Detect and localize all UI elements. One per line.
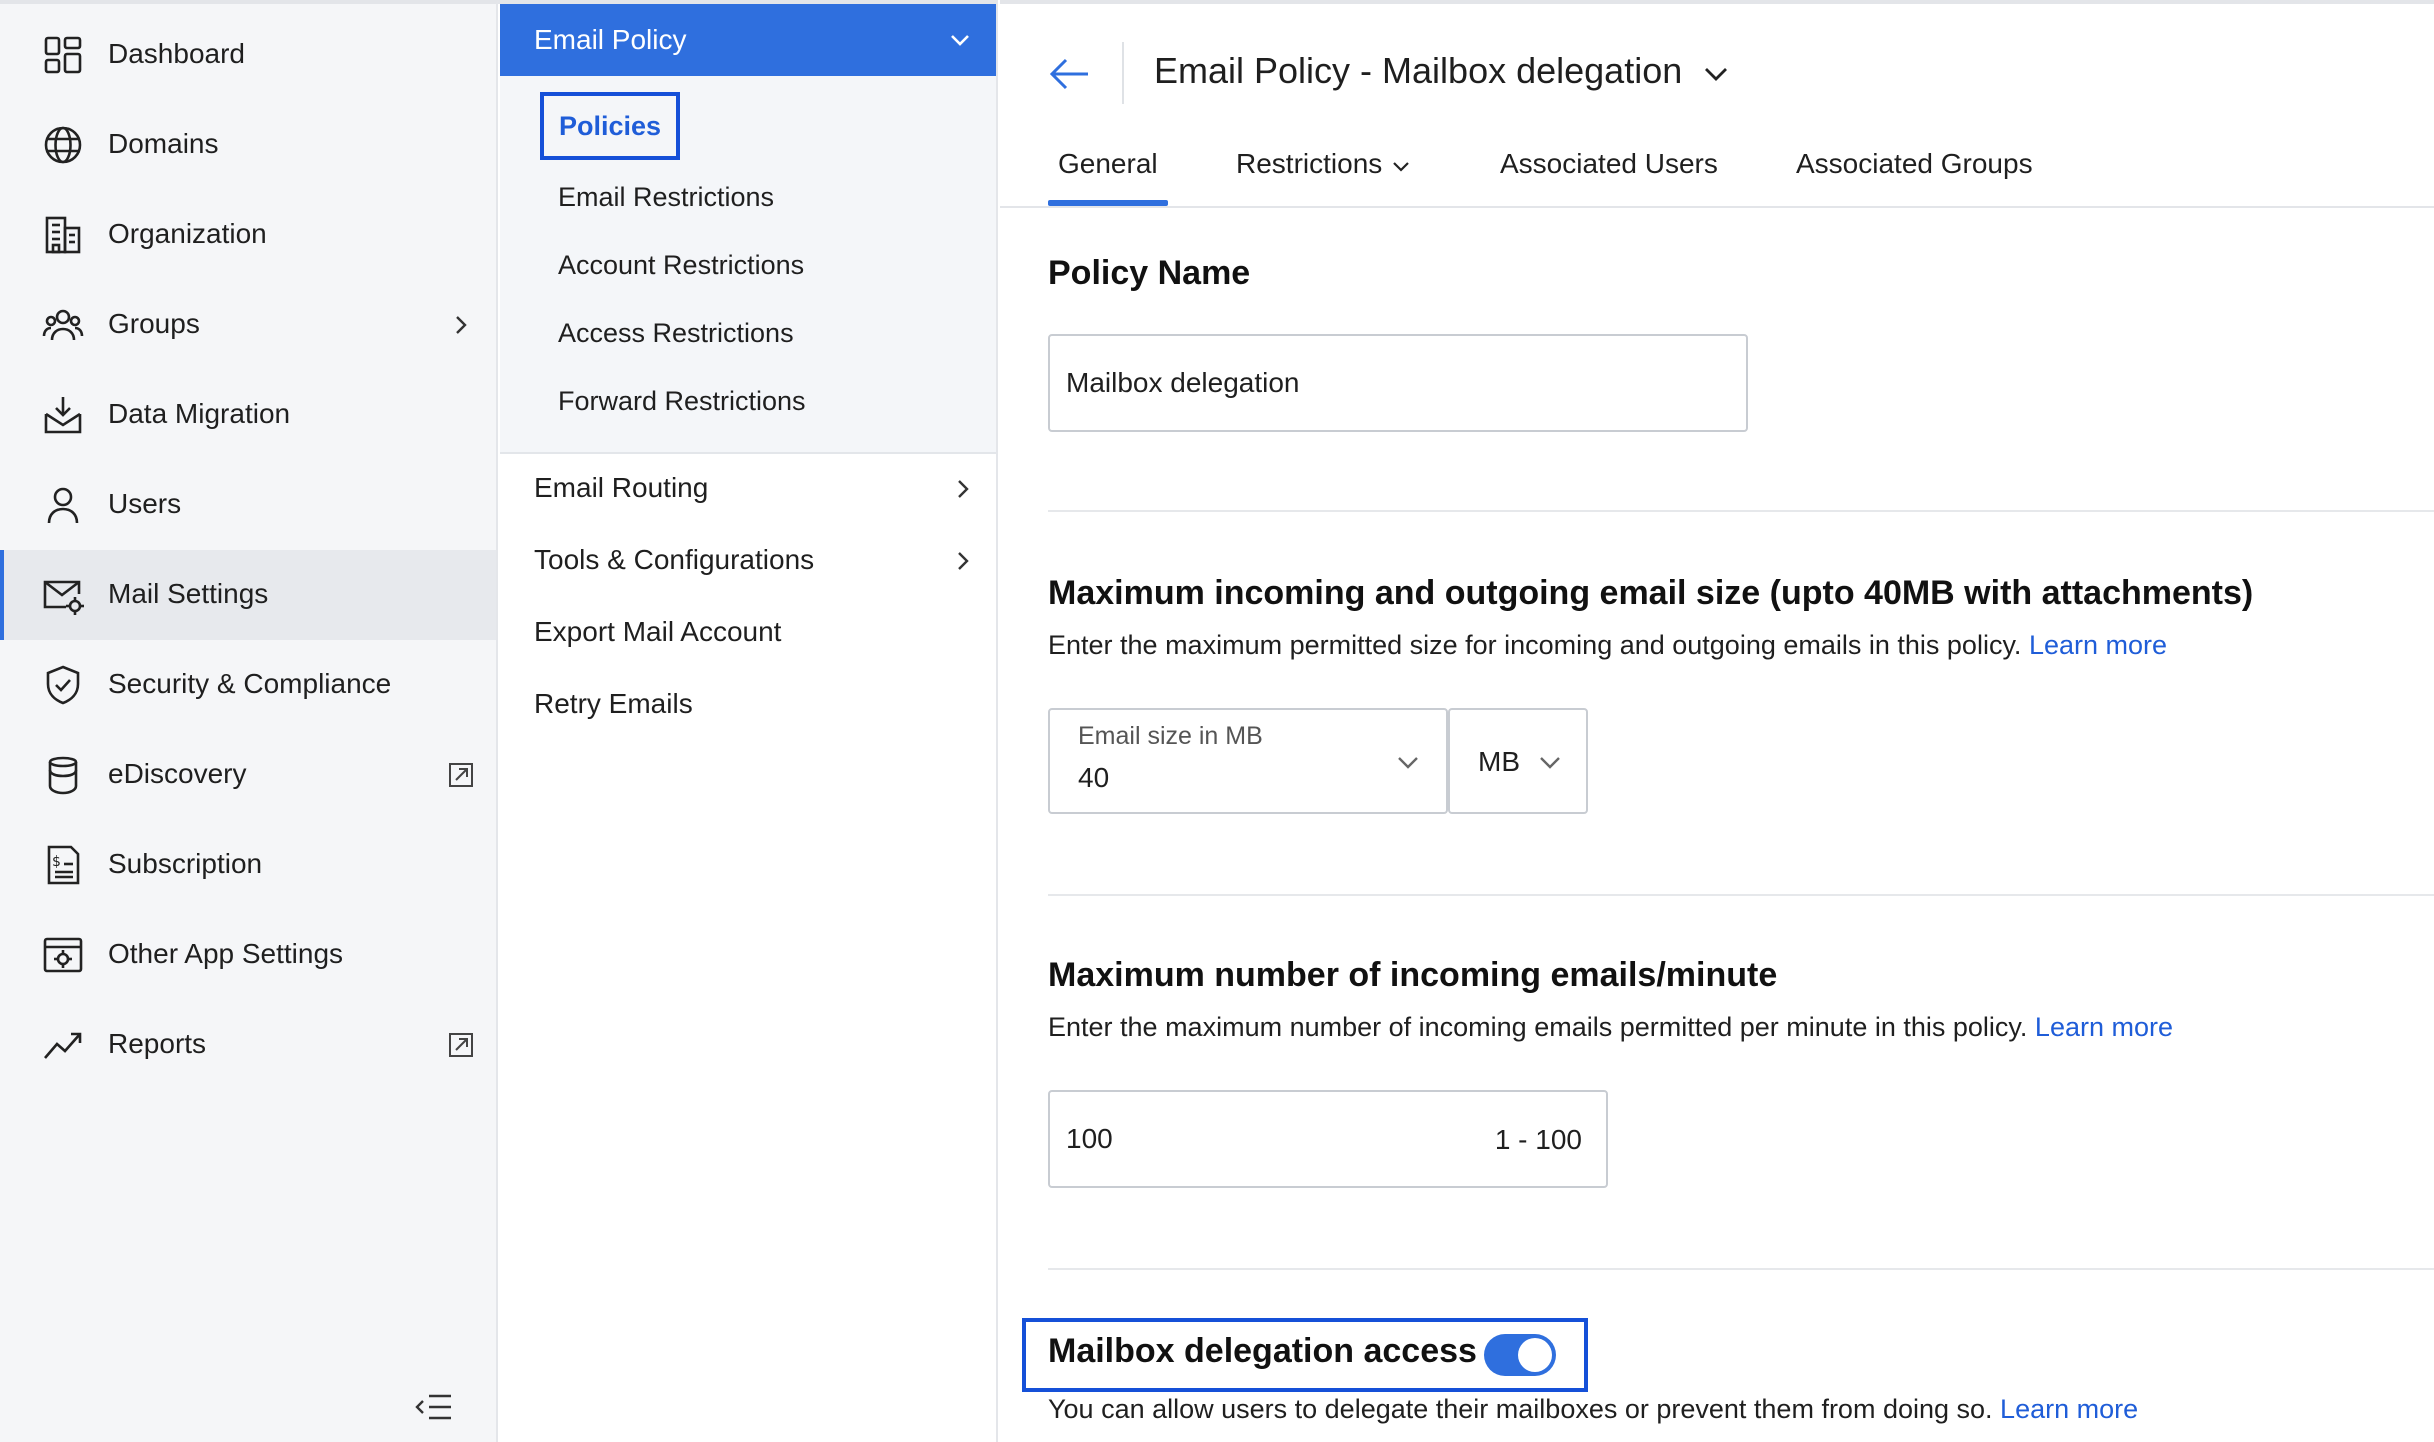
incoming-rate-title: Maximum number of incoming emails/minute: [1048, 956, 1778, 994]
description-text: Enter the maximum number of incoming ema…: [1048, 1012, 2028, 1042]
sidebar-item-label: Organization: [108, 218, 267, 249]
range-hint: 1 - 100: [1494, 1124, 1582, 1155]
main-content: Email Policy - Mailbox delegation Genera…: [1000, 0, 2434, 1442]
email-size-title: Maximum incoming and outgoing email size…: [1048, 574, 2254, 612]
sidebar-item-label: Other App Settings: [108, 938, 344, 969]
tab-associated-groups[interactable]: Associated Groups: [1796, 148, 2033, 180]
field-label: Email size in MB: [1078, 722, 1263, 750]
learn-more-link[interactable]: Learn more: [2035, 1012, 2173, 1042]
chevron-down-icon[interactable]: [1700, 58, 1732, 90]
svg-text:$: $: [52, 854, 61, 870]
section-divider: [1048, 1268, 2434, 1270]
sidebar-item-organization[interactable]: Organization: [0, 190, 496, 280]
back-arrow-icon[interactable]: [1048, 54, 1092, 94]
input-value: 100: [1066, 1123, 1113, 1154]
sidebar-item-domains[interactable]: Domains: [0, 100, 496, 190]
sidebar-item-other-app-settings[interactable]: Other App Settings: [0, 910, 496, 1000]
section-divider: [1048, 894, 2434, 896]
submenu-item-access-restrictions[interactable]: Access Restrictions: [558, 318, 794, 349]
globe-icon: [42, 124, 84, 166]
sidebar-item-label: Subscription: [108, 848, 263, 879]
page-title: Email Policy - Mailbox delegation: [1154, 50, 1683, 91]
users-group-icon: [42, 304, 84, 346]
sidebar-item-label: Mail Settings: [108, 578, 269, 609]
submenu-item-email-routing[interactable]: Email Routing: [534, 472, 708, 504]
chevron-right-icon: [446, 310, 476, 340]
email-size-select[interactable]: Email size in MB 40: [1048, 708, 1448, 814]
sidebar-item-ediscovery[interactable]: eDiscovery: [0, 730, 496, 820]
trend-icon: [42, 1024, 84, 1066]
sidebar-item-label: eDiscovery: [108, 758, 247, 789]
sidebar-item-mail-settings[interactable]: Mail Settings: [0, 550, 496, 640]
unit-select[interactable]: MB: [1448, 708, 1588, 814]
external-link-icon[interactable]: [446, 760, 476, 790]
delegation-description: You can allow users to delegate their ma…: [1048, 1394, 2138, 1425]
field-value: 40: [1078, 762, 1110, 793]
chevron-down-icon: [1390, 155, 1412, 177]
submenu-item-email-restrictions[interactable]: Email Restrictions: [558, 182, 774, 213]
policy-name-input[interactable]: Mailbox delegation: [1048, 334, 1748, 432]
submenu-header-label: Email Policy: [534, 24, 687, 55]
chevron-right-icon: [950, 476, 976, 502]
app-settings-icon: [42, 934, 84, 976]
primary-sidebar: Dashboard Domains Organization Groups Da…: [0, 0, 498, 1442]
external-link-icon[interactable]: [446, 1030, 476, 1060]
user-icon: [42, 484, 84, 526]
submenu-item-policies[interactable]: Policies: [540, 92, 680, 160]
sidebar-item-label: Users: [108, 488, 182, 519]
sidebar-item-label: Reports: [108, 1028, 207, 1059]
sidebar-item-label: Domains: [108, 128, 219, 159]
collapse-menu-icon[interactable]: [414, 1390, 454, 1424]
sidebar-item-subscription[interactable]: $ Subscription: [0, 820, 496, 910]
shield-check-icon: [42, 664, 84, 706]
tab-general[interactable]: General: [1048, 148, 1168, 206]
learn-more-link[interactable]: Learn more: [2029, 630, 2167, 660]
sidebar-item-label: Data Migration: [108, 398, 291, 429]
tab-associated-users[interactable]: Associated Users: [1500, 148, 1718, 180]
tab-restrictions[interactable]: Restrictions: [1236, 148, 1412, 180]
sidebar-item-groups[interactable]: Groups: [0, 280, 496, 370]
sidebar-item-security-compliance[interactable]: Security & Compliance: [0, 640, 496, 730]
section-divider: [1048, 510, 2434, 512]
sidebar-item-data-migration[interactable]: Data Migration: [0, 370, 496, 460]
policy-name-title: Policy Name: [1048, 254, 1251, 292]
toggle-knob: [1518, 1338, 1552, 1372]
email-policy-children: Policies Email Restrictions Account Rest…: [500, 76, 996, 454]
building-icon: [42, 214, 84, 256]
submenu-item-export-mail-account[interactable]: Export Mail Account: [534, 616, 781, 648]
dashboard-icon: [42, 34, 84, 76]
tab-bar: General Restrictions Associated Users As…: [1000, 128, 2434, 208]
learn-more-link[interactable]: Learn more: [2000, 1394, 2138, 1424]
submenu-item-account-restrictions[interactable]: Account Restrictions: [558, 250, 804, 281]
delegation-title: Mailbox delegation access: [1048, 1332, 1477, 1370]
email-size-description: Enter the maximum permitted size for inc…: [1048, 630, 2167, 661]
invoice-icon: $: [42, 844, 84, 886]
secondary-sidebar: Email Policy Policies Email Restrictions…: [498, 0, 998, 1442]
description-text: Enter the maximum permitted size for inc…: [1048, 630, 2022, 660]
chevron-down-icon: [1536, 748, 1564, 776]
submenu-item-tools-configurations[interactable]: Tools & Configurations: [534, 544, 814, 576]
chevron-right-icon: [950, 548, 976, 574]
sidebar-item-reports[interactable]: Reports: [0, 1000, 496, 1090]
ediscovery-icon: [42, 754, 84, 796]
inbox-download-icon: [42, 394, 84, 436]
incoming-rate-description: Enter the maximum number of incoming ema…: [1048, 1012, 2173, 1043]
chevron-down-icon: [1394, 748, 1422, 776]
submenu-item-forward-restrictions[interactable]: Forward Restrictions: [558, 386, 806, 417]
sidebar-item-label: Security & Compliance: [108, 668, 392, 699]
tab-label: Restrictions: [1236, 148, 1383, 179]
incoming-rate-input[interactable]: 100 1 - 100: [1048, 1090, 1608, 1188]
sidebar-item-label: Groups: [108, 308, 200, 339]
title-divider: [1122, 42, 1124, 104]
chevron-down-icon: [946, 26, 974, 54]
submenu-item-retry-emails[interactable]: Retry Emails: [534, 688, 693, 720]
unit-value: MB: [1478, 746, 1520, 777]
sidebar-item-label: Dashboard: [108, 38, 245, 69]
sidebar-item-dashboard[interactable]: Dashboard: [0, 10, 496, 100]
sidebar-item-users[interactable]: Users: [0, 460, 496, 550]
submenu-email-policy[interactable]: Email Policy: [500, 4, 996, 76]
mail-settings-icon: [42, 574, 84, 616]
description-text: You can allow users to delegate their ma…: [1048, 1394, 1993, 1424]
delegation-toggle[interactable]: [1484, 1334, 1556, 1376]
